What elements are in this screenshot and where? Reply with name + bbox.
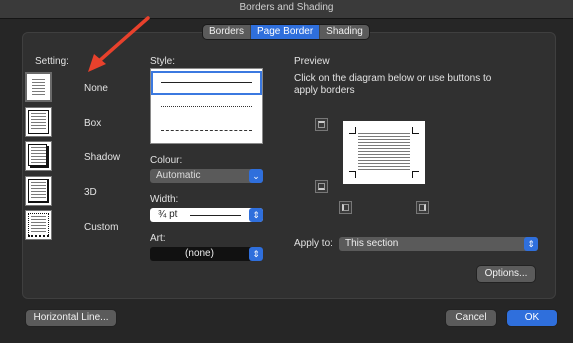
style-option-dotted[interactable] <box>151 95 262 119</box>
preview-diagram[interactable] <box>343 121 425 184</box>
left-border-button[interactable] <box>339 201 352 214</box>
setting-custom-label[interactable]: Custom <box>84 222 118 233</box>
horizontal-line-button[interactable]: Horizontal Line... <box>26 310 116 326</box>
corner-mark-icon <box>349 171 356 178</box>
stepper-icon: ⇕ <box>249 247 263 261</box>
corner-mark-icon <box>349 127 356 134</box>
line-width-icon <box>190 215 241 216</box>
page-lines-icon <box>31 182 46 200</box>
art-label: Art: <box>150 233 166 244</box>
style-list[interactable] <box>150 68 263 144</box>
page-lines-icon <box>31 113 46 131</box>
right-border-button[interactable] <box>416 201 429 214</box>
setting-3d-label[interactable]: 3D <box>84 187 97 198</box>
width-select[interactable]: ¾ pt ⇕ <box>150 208 263 222</box>
setting-shadow-label[interactable]: Shadow <box>84 152 120 163</box>
stepper-icon: ⇕ <box>524 237 538 251</box>
setting-none-thumb[interactable] <box>25 72 52 102</box>
stepper-icon: ⇕ <box>249 208 263 222</box>
setting-label: Setting: <box>35 56 69 67</box>
page-lines-icon <box>32 79 45 95</box>
preview-instruction: Click on the diagram below or use button… <box>294 73 492 96</box>
colour-label: Colour: <box>150 155 183 166</box>
dotted-line-icon <box>161 106 252 107</box>
title-bar: Borders and Shading <box>0 0 573 19</box>
tab-shading[interactable]: Shading <box>319 25 369 39</box>
window-title: Borders and Shading <box>239 2 334 13</box>
page-lines-icon <box>31 147 46 165</box>
preview-text-lines <box>358 133 410 172</box>
width-value: ¾ pt <box>158 209 178 220</box>
tab-borders[interactable]: Borders <box>203 25 250 39</box>
setting-box-thumb[interactable] <box>25 107 52 137</box>
chevron-down-icon: ⌄ <box>249 169 263 183</box>
setting-3d-thumb[interactable] <box>25 176 52 206</box>
top-border-icon <box>318 121 325 128</box>
colour-select[interactable]: Automatic ⌄ <box>150 169 263 183</box>
style-option-dashed[interactable] <box>151 119 262 143</box>
top-border-button[interactable] <box>315 118 328 131</box>
ok-button[interactable]: OK <box>507 310 557 326</box>
colour-value: Automatic <box>156 170 201 181</box>
left-border-icon <box>342 204 349 211</box>
setting-shadow-thumb[interactable] <box>25 141 52 171</box>
solid-line-icon <box>161 82 252 83</box>
tab-bar: Borders Page Border Shading <box>203 25 369 39</box>
preview-label: Preview <box>294 56 330 67</box>
right-border-icon <box>419 204 426 211</box>
dashed-line-icon <box>161 130 252 131</box>
cancel-button[interactable]: Cancel <box>446 310 496 326</box>
bottom-border-button[interactable] <box>315 180 328 193</box>
setting-box-label[interactable]: Box <box>84 118 101 129</box>
apply-to-label: Apply to: <box>294 238 333 249</box>
corner-mark-icon <box>412 171 419 178</box>
apply-to-select[interactable]: This section ⇕ <box>339 237 538 251</box>
width-label: Width: <box>150 194 179 205</box>
style-label: Style: <box>150 56 176 67</box>
page-lines-icon <box>31 216 46 234</box>
tab-page-border[interactable]: Page Border <box>250 25 320 39</box>
art-select[interactable]: (none) ⇕ <box>150 247 263 261</box>
setting-custom-thumb[interactable] <box>25 210 52 240</box>
borders-and-shading-dialog: Borders and Shading Borders Page Border … <box>0 0 573 343</box>
apply-to-value: This section <box>345 238 399 249</box>
style-option-solid[interactable] <box>151 71 262 95</box>
art-value: (none) <box>185 248 214 259</box>
corner-mark-icon <box>412 127 419 134</box>
bottom-border-icon <box>318 183 325 190</box>
setting-none-label[interactable]: None <box>84 83 108 94</box>
options-button[interactable]: Options... <box>477 266 535 282</box>
